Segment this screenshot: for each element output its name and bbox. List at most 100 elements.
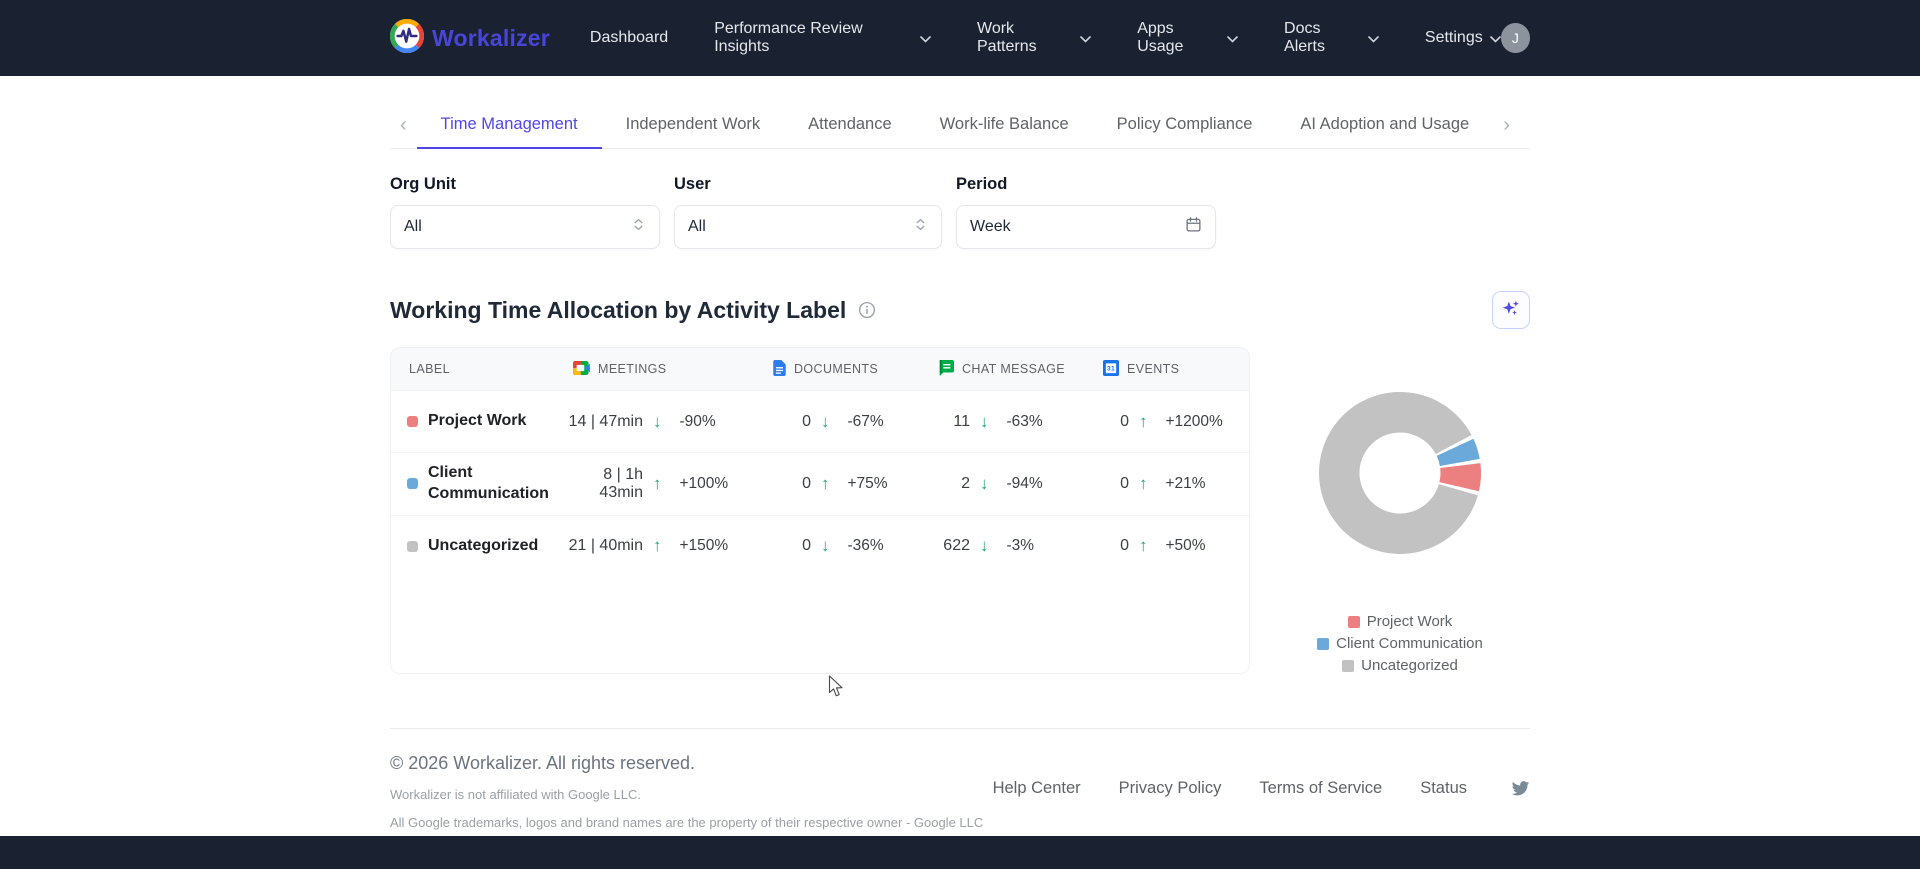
chat-value: 11 bbox=[953, 412, 970, 430]
activity-label: Project Work bbox=[428, 412, 527, 430]
tabs-scroll-left-icon[interactable]: ‹ bbox=[390, 102, 417, 148]
label-color-bullet bbox=[407, 478, 418, 490]
events-value: 0 bbox=[1120, 474, 1129, 492]
filter-org-unit: Org Unit All bbox=[390, 175, 660, 249]
events-cell: 0 ↑ +21% bbox=[1089, 473, 1249, 494]
trend-up-icon: ↑ bbox=[1139, 473, 1148, 493]
meetings-change: -90% bbox=[679, 412, 716, 430]
copyright-text: © 2026 Workalizer. All rights reserved. bbox=[390, 753, 696, 773]
meetings-change: +100% bbox=[679, 474, 729, 492]
trend-down-icon: ↓ bbox=[980, 473, 989, 493]
user-avatar[interactable]: J bbox=[1500, 23, 1530, 53]
google-meet-icon bbox=[573, 360, 590, 378]
meetings-cell: 8 | 1h 43min ↑ +100% bbox=[559, 466, 759, 502]
trend-down-icon: ↓ bbox=[653, 411, 662, 431]
column-header-chat-message: CHAT MESSAGE bbox=[924, 359, 1089, 379]
chevron-down-icon bbox=[1368, 35, 1379, 43]
chat-cell: 2 ↓ -94% bbox=[924, 474, 1089, 494]
insight-tabs: ‹ Time Management Independent Work Atten… bbox=[390, 102, 1530, 149]
period-input[interactable]: Week bbox=[956, 205, 1216, 249]
app-screen: Workalizer Dashboard Performance Review … bbox=[0, 0, 1920, 869]
filters-bar: Org Unit All User All Period Week bbox=[390, 175, 1530, 249]
trademark-disclaimer: All Google trademarks, logos and brand n… bbox=[390, 815, 984, 830]
events-change: +50% bbox=[1165, 537, 1206, 555]
help-center-link[interactable]: Help Center bbox=[993, 779, 1081, 798]
documents-cell: 0 ↑ +75% bbox=[759, 474, 924, 494]
events-value: 0 bbox=[1120, 537, 1129, 555]
page-footer: © 2026 Workalizer. All rights reserved. … bbox=[390, 728, 1530, 830]
brand-name: Workalizer bbox=[432, 24, 550, 51]
nav-item-settings[interactable]: Settings bbox=[1425, 29, 1501, 47]
privacy-policy-link[interactable]: Privacy Policy bbox=[1119, 779, 1222, 798]
ai-insights-button[interactable] bbox=[1492, 291, 1530, 329]
table-row[interactable]: Project Work 14 | 47min ↓ -90% 0 ↓ -67% … bbox=[391, 390, 1249, 452]
trend-up-icon: ↑ bbox=[653, 536, 662, 556]
chat-value: 2 bbox=[961, 474, 970, 492]
tab-work-life-balance[interactable]: Work-life Balance bbox=[916, 102, 1093, 148]
chevron-down-icon bbox=[1489, 35, 1501, 43]
documents-cell: 0 ↓ -67% bbox=[759, 412, 924, 432]
donut-chart[interactable] bbox=[1310, 383, 1490, 563]
bottom-dark-strip bbox=[0, 836, 1920, 869]
trend-up-icon: ↑ bbox=[1139, 411, 1148, 431]
trend-down-icon: ↓ bbox=[821, 411, 830, 431]
tab-policy-compliance[interactable]: Policy Compliance bbox=[1093, 102, 1277, 148]
svg-text:31: 31 bbox=[1107, 365, 1115, 372]
legend-swatch bbox=[1347, 615, 1360, 628]
trend-up-icon: ↑ bbox=[653, 473, 662, 493]
events-change: +21% bbox=[1165, 474, 1206, 492]
sparkles-icon bbox=[1501, 298, 1522, 322]
legend-item-project-work[interactable]: Project Work bbox=[1347, 613, 1452, 630]
user-select[interactable]: All bbox=[674, 205, 942, 249]
chevron-down-icon bbox=[1227, 35, 1238, 43]
chevrons-up-down-icon bbox=[913, 217, 928, 237]
table-row[interactable]: Client Communication 8 | 1h 43min ↑ +100… bbox=[391, 452, 1249, 515]
chat-change: -3% bbox=[1006, 537, 1035, 555]
period-label: Period bbox=[956, 175, 1008, 193]
donut-chart-area: Project Work Client Communication Uncate… bbox=[1250, 347, 1530, 674]
nav-item-performance-review-insights[interactable]: Performance Review Insights bbox=[714, 20, 931, 56]
activity-label: Client Communication bbox=[428, 464, 549, 502]
workalizer-logo[interactable]: Workalizer bbox=[389, 18, 550, 58]
twitter-icon[interactable] bbox=[1511, 780, 1530, 797]
meetings-value: 21 | 40min bbox=[568, 537, 643, 555]
nav-item-work-patterns[interactable]: Work Patterns bbox=[977, 20, 1091, 56]
legend-swatch bbox=[1342, 659, 1355, 672]
trend-up-icon: ↑ bbox=[821, 473, 830, 493]
org-unit-select[interactable]: All bbox=[390, 205, 660, 249]
chat-cell: 622 ↓ -3% bbox=[924, 536, 1089, 556]
nav-item-docs-alerts[interactable]: Docs Alerts bbox=[1284, 20, 1379, 56]
column-header-events: 31 EVENTS bbox=[1089, 359, 1249, 379]
documents-value: 0 bbox=[802, 474, 811, 492]
table-row[interactable]: Uncategorized 21 | 40min ↑ +150% 0 ↓ -36… bbox=[391, 514, 1249, 577]
label-color-bullet bbox=[407, 415, 418, 427]
tabs-scroll-right-icon[interactable]: › bbox=[1493, 102, 1520, 148]
nav-item-apps-usage[interactable]: Apps Usage bbox=[1137, 20, 1238, 56]
events-change: +1200% bbox=[1165, 412, 1223, 430]
documents-change: -67% bbox=[847, 412, 884, 430]
documents-value: 0 bbox=[802, 537, 811, 555]
tab-time-management[interactable]: Time Management bbox=[416, 102, 602, 149]
nav-item-dashboard[interactable]: Dashboard bbox=[590, 29, 668, 47]
tab-attendance[interactable]: Attendance bbox=[784, 102, 915, 148]
tab-ai-adoption-and-usage[interactable]: AI Adoption and Usage bbox=[1276, 102, 1493, 148]
chevrons-up-down-icon bbox=[631, 217, 646, 237]
documents-change: -36% bbox=[847, 537, 884, 555]
status-link[interactable]: Status bbox=[1420, 779, 1467, 798]
terms-of-service-link[interactable]: Terms of Service bbox=[1259, 779, 1382, 798]
workalizer-logo-icon bbox=[389, 18, 425, 58]
column-header-label: LABEL bbox=[409, 362, 450, 376]
documents-change: +75% bbox=[847, 474, 888, 492]
chat-change: -94% bbox=[1006, 474, 1043, 492]
legend-item-uncategorized[interactable]: Uncategorized bbox=[1342, 657, 1458, 674]
meetings-value: 8 | 1h 43min bbox=[599, 465, 643, 501]
chat-cell: 11 ↓ -63% bbox=[924, 412, 1089, 432]
documents-value: 0 bbox=[802, 412, 811, 430]
legend-item-client-communication[interactable]: Client Communication bbox=[1317, 635, 1483, 652]
trend-down-icon: ↓ bbox=[821, 536, 830, 556]
info-icon[interactable] bbox=[858, 301, 876, 319]
section-header: Working Time Allocation by Activity Labe… bbox=[390, 291, 1530, 329]
chart-legend: Project Work Client Communication Uncate… bbox=[1317, 613, 1483, 674]
tab-independent-work[interactable]: Independent Work bbox=[602, 102, 785, 148]
main-nav: Dashboard Performance Review Insights Wo… bbox=[590, 20, 1501, 56]
